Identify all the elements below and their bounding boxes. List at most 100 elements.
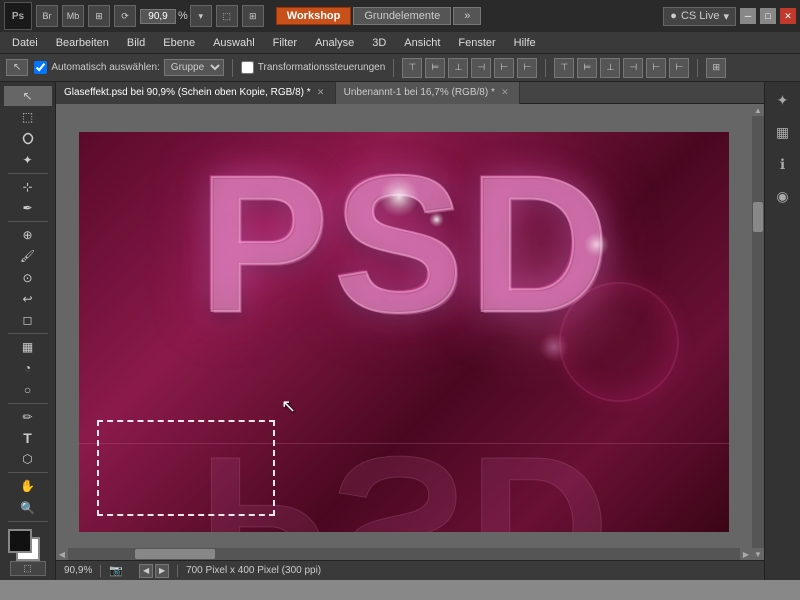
auto-select-checkbox[interactable] bbox=[34, 61, 47, 74]
align-top-icon[interactable]: ⊤ bbox=[402, 58, 422, 78]
tab-unbenannt[interactable]: Unbenannt-1 bei 16,7% (RGB/8) * ✕ bbox=[336, 82, 520, 104]
menu-datei[interactable]: Datei bbox=[4, 35, 46, 51]
title-bar: Ps Br Mb ⊞ ⟳ 90,9 % ▾ ⬚ ⊞ Workshop Grund… bbox=[0, 0, 800, 32]
bridge-icon[interactable]: Br bbox=[36, 5, 58, 27]
dist-left-icon[interactable]: ⊣ bbox=[623, 58, 643, 78]
transform-checkbox[interactable] bbox=[241, 61, 254, 74]
move-tool-btn[interactable]: ↖ bbox=[4, 86, 52, 106]
auto-select-dropdown[interactable]: Gruppe Ebene bbox=[164, 59, 224, 76]
options-bar: ↖ Automatisch auswählen: Gruppe Ebene Tr… bbox=[0, 54, 800, 82]
cs-live-dropdown: ▾ bbox=[723, 10, 729, 23]
h-scroll-right[interactable]: ▶ bbox=[740, 548, 752, 560]
tool-sep-5 bbox=[8, 472, 48, 473]
align-vcenter-icon[interactable]: ⊨ bbox=[425, 58, 445, 78]
close-btn[interactable]: ✕ bbox=[780, 8, 796, 24]
tool-sep-3 bbox=[8, 333, 48, 334]
panel-btn-layers[interactable]: ◉ bbox=[769, 182, 797, 210]
dist-top-icon[interactable]: ⊤ bbox=[554, 58, 574, 78]
history-btn[interactable]: ↩ bbox=[4, 289, 52, 309]
dodge-btn[interactable]: ○ bbox=[4, 380, 52, 400]
v-scroll-thumb[interactable] bbox=[753, 202, 763, 232]
menu-analyse[interactable]: Analyse bbox=[307, 35, 362, 51]
healing-btn[interactable]: ⊕ bbox=[4, 225, 52, 245]
h-scroll-track[interactable] bbox=[68, 548, 740, 560]
h-scroll-left[interactable]: ◀ bbox=[56, 548, 68, 560]
workspace-inactive-btn[interactable]: Grundelemente bbox=[353, 7, 451, 25]
v-scroll-down[interactable]: ▼ bbox=[752, 548, 764, 560]
status-nav-right[interactable]: ▶ bbox=[155, 564, 169, 578]
eyedropper-btn[interactable]: ✒ bbox=[4, 198, 52, 218]
lasso-tool-btn[interactable] bbox=[4, 128, 52, 148]
menu-auswahl[interactable]: Auswahl bbox=[205, 35, 263, 51]
dist-hcenter-icon[interactable]: ⊢ bbox=[646, 58, 666, 78]
zoom-dropdown-icon[interactable]: ▾ bbox=[190, 5, 212, 27]
menu-filter[interactable]: Filter bbox=[265, 35, 305, 51]
cs-live-label: CS Live bbox=[681, 10, 720, 22]
panel-btn-info[interactable]: ℹ bbox=[769, 150, 797, 178]
tab-glaseffekt[interactable]: Glaseffekt.psd bei 90,9% (Schein oben Ko… bbox=[56, 82, 336, 104]
type-btn[interactable]: T bbox=[4, 428, 52, 448]
separator-2 bbox=[393, 59, 394, 77]
cs-live-btn[interactable]: ● CS Live ▾ bbox=[663, 7, 736, 26]
align-bottom-icon[interactable]: ⊥ bbox=[448, 58, 468, 78]
panel-btn-grid[interactable]: ▦ bbox=[769, 118, 797, 146]
quick-mask-btn[interactable]: ⬚ bbox=[10, 561, 46, 576]
dist-vcenter-icon[interactable]: ⊨ bbox=[577, 58, 597, 78]
arrangement-icon[interactable]: ⊞ bbox=[242, 5, 264, 27]
lens-flare-3 bbox=[429, 212, 444, 227]
menu-fenster[interactable]: Fenster bbox=[450, 35, 503, 51]
brush-btn[interactable]: 🖌 bbox=[4, 246, 52, 266]
menu-bearbeiten[interactable]: Bearbeiten bbox=[48, 35, 117, 51]
workspace-active-btn[interactable]: Workshop bbox=[276, 7, 352, 25]
gradient-btn[interactable]: ▦ bbox=[4, 337, 52, 357]
crop-tool-btn[interactable]: ⊹ bbox=[4, 177, 52, 197]
stamp-btn[interactable]: ⊙ bbox=[4, 268, 52, 288]
hand-btn[interactable]: ✋ bbox=[4, 476, 52, 496]
left-toolbar: ↖ ⬚ ✦ ⊹ ✒ ⊕ 🖌 ⊙ ↩ ◻ ▦ ◔ ○ ✏ T ⬡ ✋ 🔍 ⬚ bbox=[0, 82, 56, 580]
fg-color-box[interactable] bbox=[8, 529, 32, 553]
canvas-wrapper[interactable]: P S D P S D bbox=[56, 104, 752, 560]
v-scroll-track[interactable] bbox=[752, 116, 764, 548]
screen-mode-icon[interactable]: ⬚ bbox=[216, 5, 238, 27]
maximize-btn[interactable]: □ bbox=[760, 8, 776, 24]
tab-unbenannt-close[interactable]: ✕ bbox=[499, 87, 511, 99]
workspace-more-btn[interactable]: » bbox=[453, 7, 481, 25]
zoom-btn[interactable]: 🔍 bbox=[4, 497, 52, 517]
lens-flare-1 bbox=[379, 177, 419, 217]
minimize-btn[interactable]: ─ bbox=[740, 8, 756, 24]
dist-bottom-icon[interactable]: ⊥ bbox=[600, 58, 620, 78]
transform-label: Transformationssteuerungen bbox=[258, 62, 385, 73]
magic-wand-btn[interactable]: ✦ bbox=[4, 150, 52, 170]
pen-btn[interactable]: ✏ bbox=[4, 407, 52, 427]
align-right-icon[interactable]: ⊢ bbox=[517, 58, 537, 78]
status-info: 700 Pixel x 400 Pixel (300 ppi) bbox=[186, 565, 321, 576]
tab-glaseffekt-close[interactable]: ✕ bbox=[315, 87, 327, 99]
layout-icon[interactable]: ⊞ bbox=[88, 5, 110, 27]
shape-btn[interactable]: ⬡ bbox=[4, 449, 52, 469]
v-scroll-up[interactable]: ▲ bbox=[752, 104, 764, 116]
circle-icon: ● bbox=[670, 10, 677, 22]
panel-btn-sparkle[interactable]: ✦ bbox=[769, 86, 797, 114]
dist-right-icon[interactable]: ⊢ bbox=[669, 58, 689, 78]
align-left-icon[interactable]: ⊣ bbox=[471, 58, 491, 78]
arrange-icon[interactable]: ⊞ bbox=[706, 58, 726, 78]
align-hcenter-icon[interactable]: ⊢ bbox=[494, 58, 514, 78]
menu-bild[interactable]: Bild bbox=[119, 35, 153, 51]
status-nav-left[interactable]: ◀ bbox=[139, 564, 153, 578]
tab-bar: Glaseffekt.psd bei 90,9% (Schein oben Ko… bbox=[56, 82, 764, 104]
menu-ebene[interactable]: Ebene bbox=[155, 35, 203, 51]
right-panel: ✦ ▦ ℹ ◉ bbox=[764, 82, 800, 580]
blur-btn[interactable]: ◔ bbox=[4, 358, 52, 378]
rotate-icon[interactable]: ⟳ bbox=[114, 5, 136, 27]
menu-3d[interactable]: 3D bbox=[364, 35, 394, 51]
menu-hilfe[interactable]: Hilfe bbox=[506, 35, 544, 51]
separator-4 bbox=[697, 59, 698, 77]
h-scroll-thumb[interactable] bbox=[135, 549, 215, 559]
marquee-tool-btn[interactable]: ⬚ bbox=[4, 107, 52, 127]
minibr-icon[interactable]: Mb bbox=[62, 5, 84, 27]
menu-ansicht[interactable]: Ansicht bbox=[396, 35, 448, 51]
transform-option: Transformationssteuerungen bbox=[241, 61, 385, 74]
eraser-btn[interactable]: ◻ bbox=[4, 310, 52, 330]
zoom-input[interactable]: 90,9 bbox=[140, 9, 176, 24]
psd-canvas[interactable]: P S D P S D bbox=[79, 132, 729, 532]
